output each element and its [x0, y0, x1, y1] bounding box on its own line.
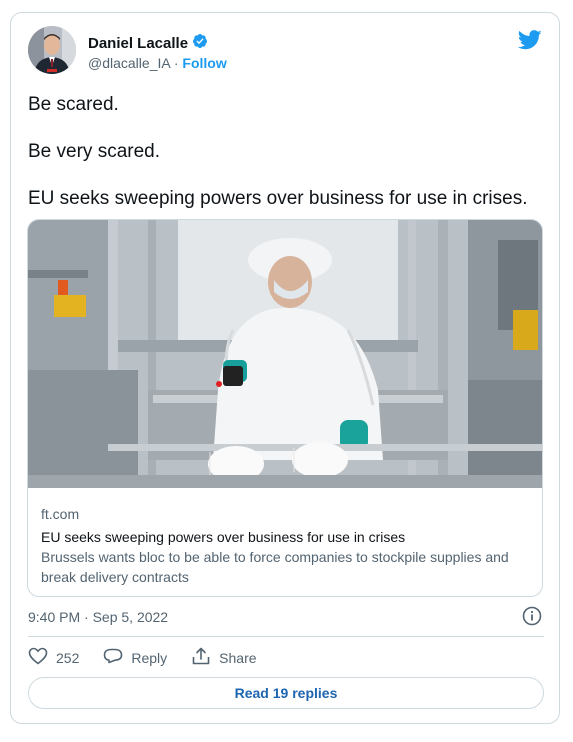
info-icon[interactable] — [522, 606, 542, 631]
share-label: Share — [219, 649, 257, 666]
follow-link[interactable]: Follow — [182, 55, 226, 71]
link-domain: ft.com — [41, 506, 80, 522]
like-button[interactable]: 252 — [28, 647, 79, 668]
verified-badge-icon — [192, 33, 208, 54]
link-preview-image[interactable] — [28, 220, 543, 488]
tweet-timestamp[interactable]: 9:40 PM · Sep 5, 2022 — [28, 609, 168, 625]
like-count: 252 — [56, 649, 80, 666]
link-title: EU seeks sweeping powers over business f… — [41, 529, 406, 545]
handle-separator: · — [173, 55, 179, 71]
author-avatar[interactable] — [28, 26, 76, 74]
twitter-bird-icon[interactable] — [517, 30, 542, 55]
reply-button[interactable]: Reply — [103, 647, 167, 668]
heart-icon — [28, 647, 48, 668]
reply-icon — [103, 647, 123, 668]
author-handle-row: @dlacalle_IA · Follow — [88, 55, 227, 71]
share-icon — [191, 647, 211, 668]
tweet-line-2: Be very scared. — [28, 141, 160, 162]
tweet-card: Daniel Lacalle @dlacalle_IA · Follow Be … — [10, 12, 560, 724]
tweet-text: Be scared. Be very scared. EU seeks swee… — [28, 93, 548, 234]
tweet-line-1: Be scared. — [28, 94, 119, 115]
share-button[interactable]: Share — [191, 647, 257, 668]
read-replies-button[interactable]: Read 19 replies — [28, 677, 544, 709]
link-preview-card[interactable]: ft.com EU seeks sweeping powers over bus… — [27, 219, 543, 597]
tweet-actions: 252 Reply Share — [28, 647, 281, 668]
tweet-line-3: EU seeks sweeping powers over business f… — [28, 188, 528, 209]
author-name[interactable]: Daniel Lacalle — [88, 35, 188, 52]
divider — [28, 636, 544, 637]
author-handle[interactable]: @dlacalle_IA — [88, 55, 170, 71]
reply-label: Reply — [131, 649, 168, 666]
link-description: Brussels wants bloc to be able to force … — [41, 549, 509, 585]
